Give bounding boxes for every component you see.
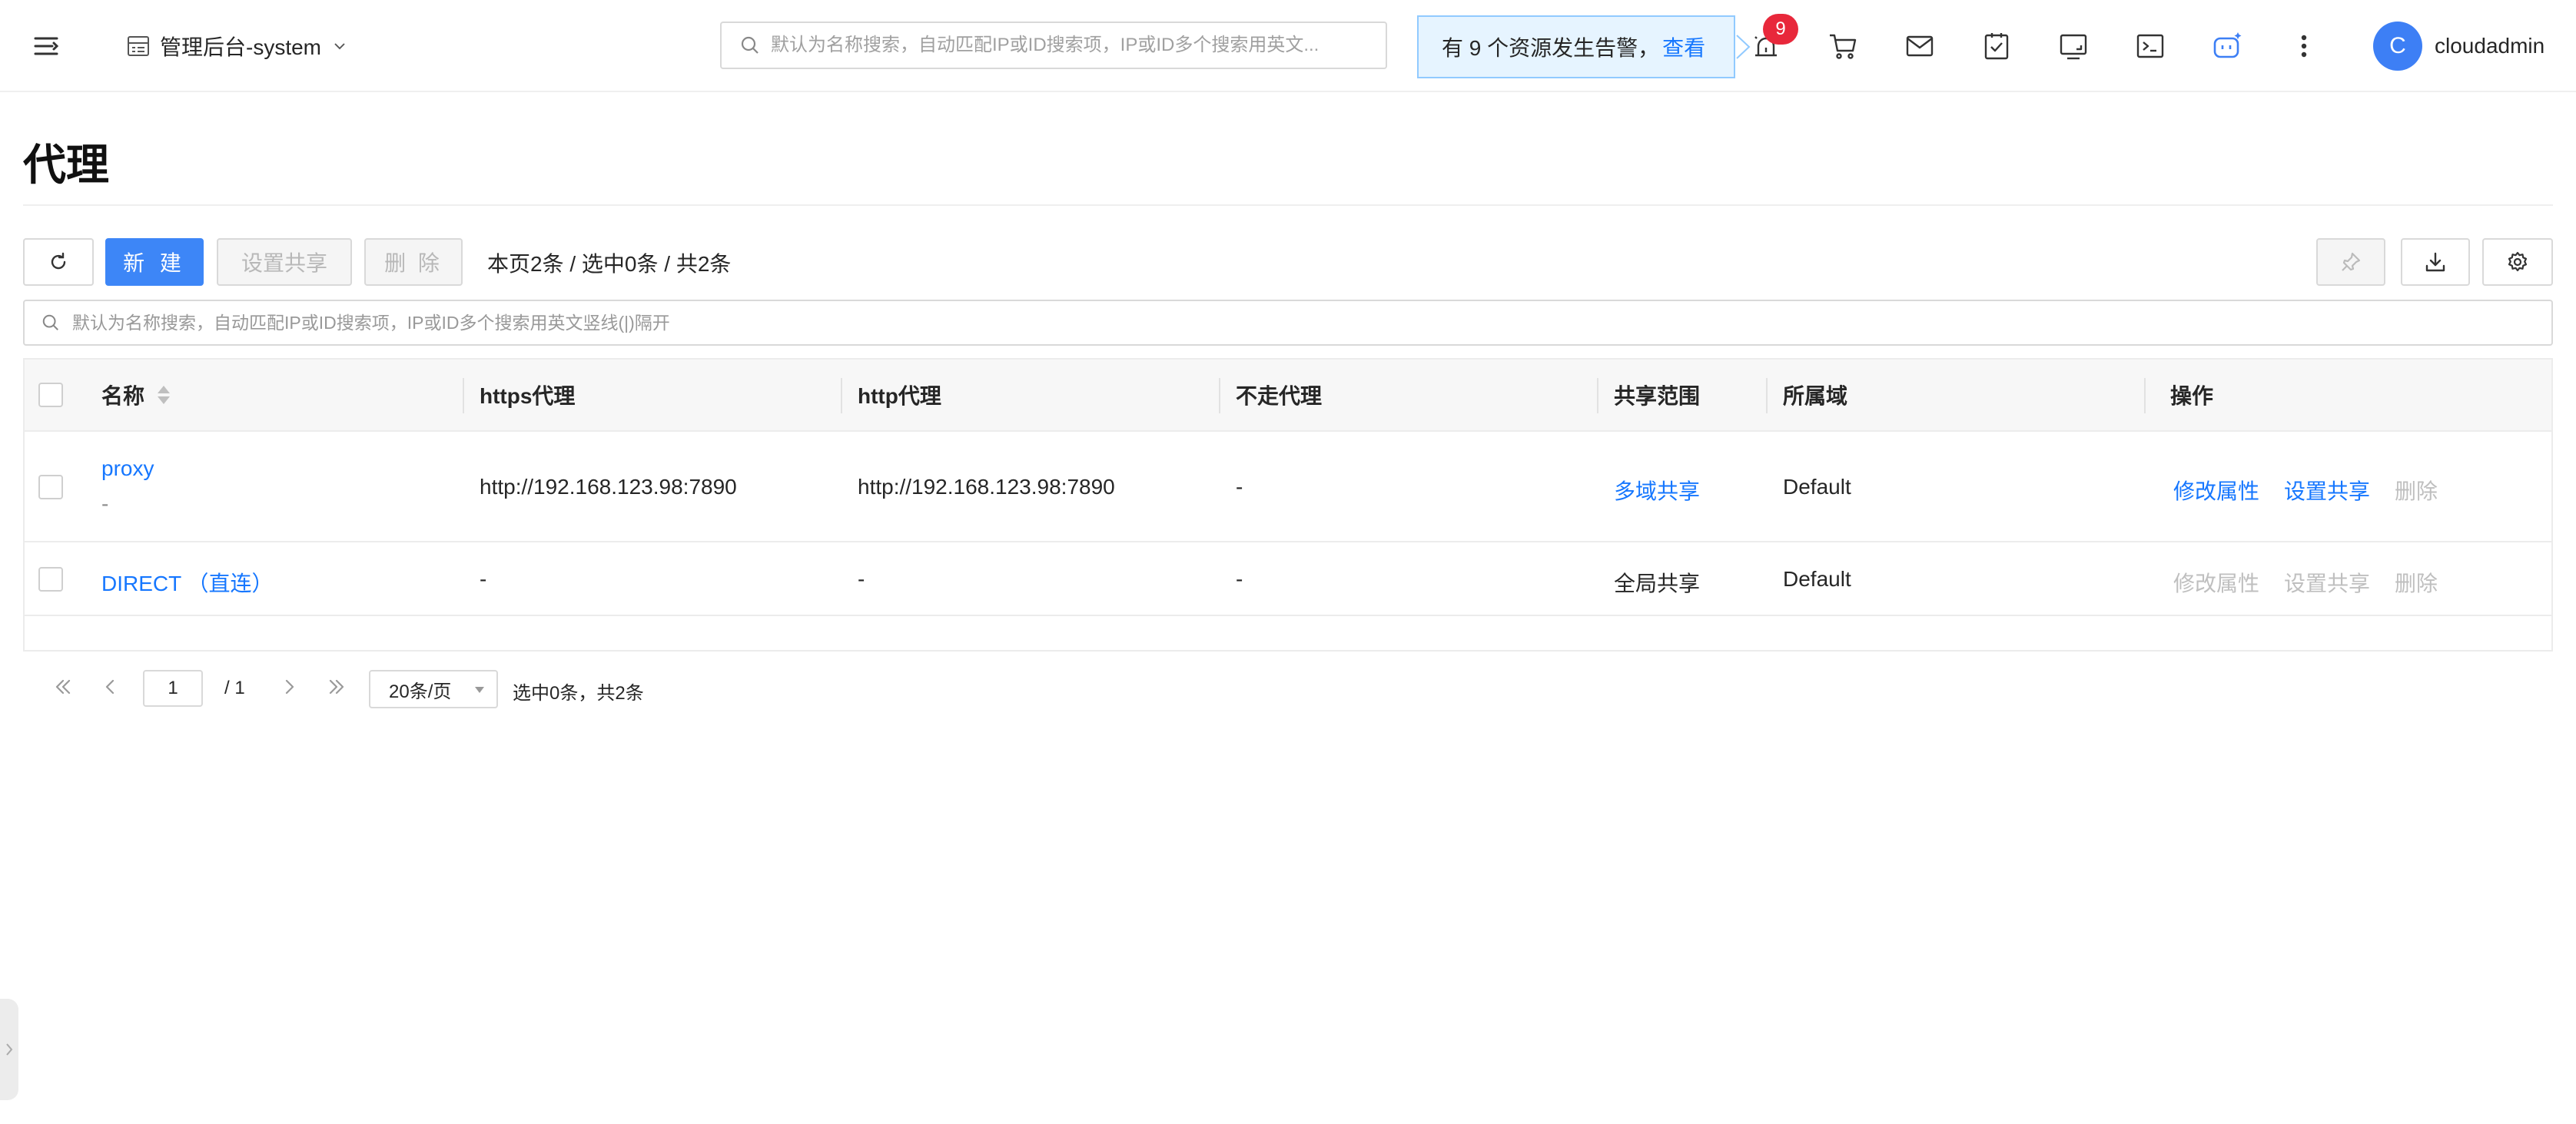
table-row: proxy - http://192.168.123.98:7890 http:… bbox=[25, 432, 2551, 542]
user-menu[interactable]: C cloudadmin bbox=[2373, 22, 2544, 71]
alert-text: 有 9 个资源发生告警， bbox=[1442, 36, 1660, 60]
column-divider bbox=[1597, 378, 1598, 413]
last-page-icon[interactable] bbox=[323, 673, 350, 701]
row-no-proxy: - bbox=[1236, 567, 1243, 591]
edit-attributes-link[interactable]: 修改属性 bbox=[2173, 475, 2259, 506]
column-header-http: http代理 bbox=[858, 384, 941, 408]
row-checkbox[interactable] bbox=[38, 567, 63, 592]
project-selector[interactable]: 管理后台-system bbox=[126, 28, 349, 65]
edit-attributes-link[interactable]: 修改属性 bbox=[2173, 567, 2259, 598]
column-header-domain: 所属域 bbox=[1783, 384, 1848, 408]
pin-button[interactable] bbox=[2316, 238, 2385, 286]
set-share-link[interactable]: 设置共享 bbox=[2284, 567, 2370, 598]
page-size-select[interactable]: 20条/页 bbox=[369, 670, 498, 708]
set-share-button[interactable]: 设置共享 bbox=[217, 238, 352, 286]
sort-icon bbox=[158, 386, 171, 404]
delete-link[interactable]: 删除 bbox=[2395, 475, 2438, 506]
column-header-no-proxy: 不走代理 bbox=[1236, 384, 1323, 408]
cart-icon[interactable] bbox=[1823, 26, 1863, 66]
title-divider bbox=[23, 204, 2553, 206]
table-header: 名称 https代理 http代理 不走代理 共享范围 所属域 操作 bbox=[25, 360, 2551, 432]
gear-icon bbox=[2508, 251, 2528, 272]
row-share-scope: 全局共享 bbox=[1614, 572, 1701, 595]
download-icon bbox=[2425, 252, 2445, 272]
row-https-proxy: http://192.168.123.98:7890 bbox=[480, 475, 737, 499]
selection-count: 本页2条 / 选中0条 / 共2条 bbox=[487, 252, 732, 276]
username: cloudadmin bbox=[2435, 34, 2545, 58]
row-http-proxy: - bbox=[858, 567, 865, 591]
row-share-scope-link[interactable]: 多域共享 bbox=[1614, 475, 1700, 506]
task-icon[interactable] bbox=[1977, 26, 2017, 66]
page-size-value: 20条/页 bbox=[389, 681, 452, 702]
column-header-name[interactable]: 名称 bbox=[101, 360, 172, 430]
column-header-share: 共享范围 bbox=[1614, 384, 1701, 408]
row-description: - bbox=[101, 492, 109, 516]
column-header-actions: 操作 bbox=[2170, 384, 2214, 408]
row-name-link[interactable]: proxy bbox=[101, 456, 154, 481]
column-divider bbox=[841, 378, 842, 413]
download-button[interactable] bbox=[2401, 238, 2470, 286]
table-search[interactable] bbox=[23, 300, 2553, 346]
monitor-icon[interactable] bbox=[2053, 26, 2093, 66]
next-page-icon[interactable] bbox=[275, 673, 303, 701]
alert-view-link[interactable]: 查看 bbox=[1662, 31, 1705, 62]
table-row: DIRECT （直连） - - - 全局共享 Default 修改属性 设置共享… bbox=[25, 542, 2551, 616]
chevron-right-icon bbox=[6, 1043, 13, 1056]
page-number-input[interactable] bbox=[143, 670, 203, 707]
ai-assistant-icon[interactable] bbox=[2207, 26, 2247, 66]
avatar: C bbox=[2373, 22, 2422, 71]
row-name-link[interactable]: DIRECT （直连） bbox=[101, 567, 274, 598]
column-divider bbox=[2144, 378, 2146, 413]
settings-button[interactable] bbox=[2482, 238, 2553, 286]
row-domain: Default bbox=[1783, 475, 1851, 499]
project-icon bbox=[128, 36, 149, 56]
row-no-proxy: - bbox=[1236, 475, 1243, 499]
mail-icon[interactable] bbox=[1900, 26, 1940, 66]
pagination-summary: 选中0条，共2条 bbox=[513, 683, 644, 704]
refresh-button[interactable] bbox=[23, 238, 94, 286]
page-title: 代理 bbox=[23, 141, 109, 189]
caret-down-icon bbox=[475, 687, 484, 693]
set-share-link[interactable]: 设置共享 bbox=[2284, 475, 2370, 506]
global-search-input[interactable] bbox=[771, 35, 1355, 56]
project-label: 管理后台-system bbox=[160, 35, 322, 59]
pin-icon bbox=[2342, 252, 2361, 271]
refresh-icon bbox=[51, 252, 66, 270]
row-https-proxy: - bbox=[480, 567, 487, 591]
column-header-https: https代理 bbox=[480, 384, 576, 408]
search-icon bbox=[741, 36, 759, 54]
create-button[interactable]: 新 建 bbox=[105, 238, 204, 286]
delete-button[interactable]: 删 除 bbox=[364, 238, 463, 286]
first-page-icon[interactable] bbox=[49, 673, 77, 701]
chevron-down-icon bbox=[334, 43, 345, 50]
row-http-proxy: http://192.168.123.98:7890 bbox=[858, 475, 1115, 499]
column-divider bbox=[463, 378, 464, 413]
column-divider bbox=[1766, 378, 1768, 413]
proxy-table: 名称 https代理 http代理 不走代理 共享范围 所属域 操作 proxy… bbox=[23, 358, 2553, 652]
select-all-checkbox[interactable] bbox=[38, 383, 63, 407]
delete-link[interactable]: 删除 bbox=[2395, 567, 2438, 598]
table-search-input[interactable] bbox=[72, 312, 2531, 333]
menu-toggle-icon[interactable] bbox=[29, 29, 63, 63]
alert-banner: 有 9 个资源发生告警， 查看 bbox=[1417, 15, 1735, 78]
global-search[interactable] bbox=[720, 22, 1387, 69]
terminal-icon[interactable] bbox=[2130, 26, 2170, 66]
alarm-count-badge: 9 bbox=[1763, 14, 1798, 45]
search-icon bbox=[42, 314, 58, 330]
total-pages: / 1 bbox=[224, 678, 245, 698]
row-checkbox[interactable] bbox=[38, 475, 63, 499]
row-domain: Default bbox=[1783, 567, 1851, 591]
top-bar: 管理后台-system 有 9 个资源发生告警， 查看 9 bbox=[0, 0, 2576, 92]
prev-page-icon[interactable] bbox=[97, 673, 124, 701]
more-icon[interactable] bbox=[2284, 26, 2324, 66]
column-divider bbox=[1219, 378, 1220, 413]
side-panel-toggle[interactable] bbox=[0, 999, 18, 1100]
